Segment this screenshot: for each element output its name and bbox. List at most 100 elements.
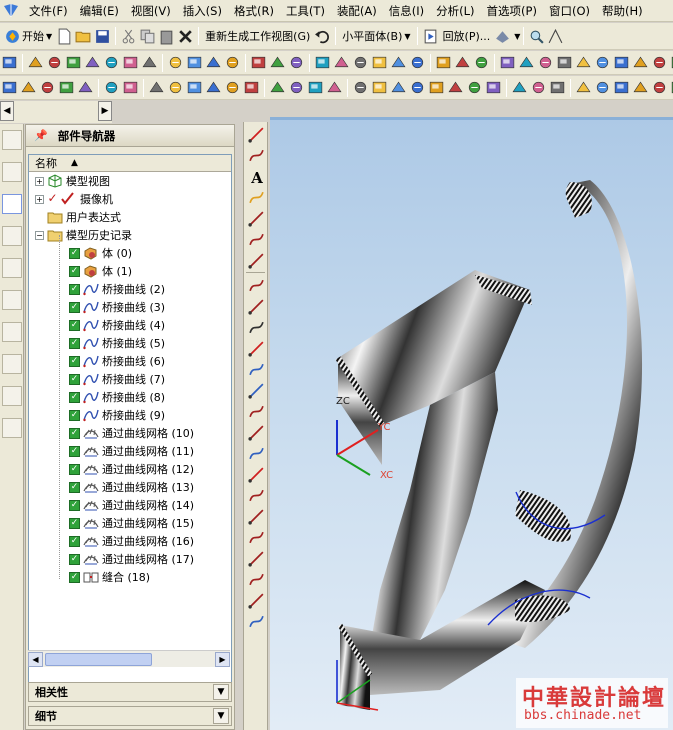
curve-tool-8-icon[interactable] [248,298,265,315]
magnifier-icon[interactable] [528,28,545,45]
suppress-checkbox[interactable]: ✓ [69,535,80,547]
surface-tool-16-icon[interactable] [326,79,343,96]
surface-tool-7-icon[interactable] [148,79,165,96]
tree-row[interactable]: + 模型视图 [29,172,231,190]
feature-tool-15-icon[interactable] [314,54,331,71]
feature-tool-8-icon[interactable] [167,54,184,71]
surface-tool-4-icon[interactable] [77,79,94,96]
suppress-checkbox[interactable]: ✓ [69,355,80,367]
tree-row[interactable]: + ✓ 摄像机 [29,190,231,208]
delete-icon[interactable] [177,28,194,45]
curve-tool-11-icon[interactable] [248,361,265,378]
surface-tool-0-icon[interactable] [1,79,18,96]
feature-tool-20-icon[interactable] [409,54,426,71]
surface-tool-8-icon[interactable] [167,79,184,96]
feature-tool-4-icon[interactable] [84,54,101,71]
curve-tool-16-icon[interactable] [248,466,265,483]
surface-tool-11-icon[interactable] [224,79,241,96]
suppress-checkbox[interactable]: ✓ [69,247,80,259]
feature-tool-17-icon[interactable] [352,54,369,71]
menu-item-6[interactable]: 装配(A) [331,1,383,21]
surface-tool-30-icon[interactable] [613,79,630,96]
feature-tool-24-icon[interactable] [499,54,516,71]
tab-scroll-right-button[interactable]: ▶ [98,101,112,121]
surface-tool-13-icon[interactable] [269,79,286,96]
surface-tool-23-icon[interactable] [466,79,483,96]
menu-item-9[interactable]: 首选项(P) [481,1,543,21]
feature-tool-11-icon[interactable] [224,54,241,71]
suppress-checkbox[interactable]: ✓ [69,463,80,475]
surface-tool-25-icon[interactable] [511,79,528,96]
feature-tool-26-icon[interactable] [537,54,554,71]
menu-item-10[interactable]: 窗口(O) [543,1,596,21]
palette-icon[interactable] [2,290,22,310]
curve-tool-4-icon[interactable] [248,210,265,227]
surface-tool-17-icon[interactable] [352,79,369,96]
system-materials-icon[interactable] [2,418,22,438]
surface-tool-19-icon[interactable] [390,79,407,96]
replay-icon[interactable] [422,28,439,45]
curve-tool-18-icon[interactable] [248,508,265,525]
suppress-checkbox[interactable]: ✓ [69,265,80,277]
curve-tool-17-icon[interactable] [248,487,265,504]
chevron-down-icon[interactable]: ▼ [213,684,229,700]
surface-tool-3-icon[interactable] [58,79,75,96]
feature-tool-2-icon[interactable] [46,54,63,71]
suppress-checkbox[interactable]: ✓ [69,445,80,457]
feature-tool-3-icon[interactable] [65,54,82,71]
roles-icon[interactable] [2,354,22,374]
menu-item-5[interactable]: 工具(T) [280,1,331,21]
scroll-right-icon[interactable]: ▶ [215,651,230,667]
constraint-navigator-icon[interactable] [2,162,22,182]
suppress-checkbox[interactable]: ✓ [69,571,80,583]
suppress-checkbox[interactable]: ✓ [69,517,80,529]
curve-tool-21-icon[interactable] [248,571,265,588]
surface-tool-2-icon[interactable] [39,79,56,96]
tab-scroll-left-button[interactable]: ◀ [0,101,14,121]
suppress-checkbox[interactable]: ✓ [69,553,80,565]
column-header-name[interactable]: 名称 ▲ [29,155,231,172]
save-icon[interactable] [94,28,111,45]
feature-tool-27-icon[interactable] [556,54,573,71]
suppress-checkbox[interactable]: ✓ [69,391,80,403]
surface-tool-29-icon[interactable] [594,79,611,96]
menu-item-8[interactable]: 分析(L) [430,1,480,21]
surface-tool-27-icon[interactable] [549,79,566,96]
curve-tool-7-icon[interactable] [248,277,265,294]
curve-tool-20-icon[interactable] [248,550,265,567]
replay-button[interactable]: 回放(P)... [440,26,494,46]
suppress-checkbox[interactable]: ✓ [69,427,80,439]
new-file-icon[interactable] [56,28,73,45]
curve-tool-22-icon[interactable] [248,592,265,609]
visibility-check-icon[interactable]: ✓ [47,192,58,205]
curve-tool-9-icon[interactable] [248,319,265,336]
curve-tool-3-icon[interactable] [248,189,265,206]
regenerate-view-button[interactable]: 重新生成工作视图(G) [202,26,313,46]
feature-tool-29-icon[interactable] [594,54,611,71]
curve-tool-19-icon[interactable] [248,529,265,546]
curve-tool-2-icon[interactable]: A [248,168,265,185]
open-folder-icon[interactable] [75,28,92,45]
feature-tool-12-icon[interactable] [250,54,267,71]
suppress-checkbox[interactable]: ✓ [69,283,80,295]
suppress-checkbox[interactable]: ✓ [69,481,80,493]
facet-body-select[interactable]: 小平面体(B) ▼ [339,26,413,46]
surface-tool-1-icon[interactable] [20,79,37,96]
menu-item-3[interactable]: 插入(S) [177,1,228,21]
render-style-icon[interactable] [494,28,511,45]
pin-icon[interactable]: 📌 [34,129,48,142]
feature-tool-14-icon[interactable] [288,54,305,71]
feature-tool-22-icon[interactable] [454,54,471,71]
surface-tool-28-icon[interactable] [575,79,592,96]
cut-icon[interactable] [120,28,137,45]
feature-tool-16-icon[interactable] [333,54,350,71]
feature-tool-32-icon[interactable] [651,54,668,71]
surface-tool-5-icon[interactable] [103,79,120,96]
feature-tool-18-icon[interactable] [371,54,388,71]
curve-tool-14-icon[interactable] [248,424,265,441]
surface-tool-31-icon[interactable] [632,79,649,96]
curve-tool-23-icon[interactable] [248,613,265,630]
surface-tool-26-icon[interactable] [530,79,547,96]
feature-tool-9-icon[interactable] [186,54,203,71]
surface-tool-15-icon[interactable] [307,79,324,96]
